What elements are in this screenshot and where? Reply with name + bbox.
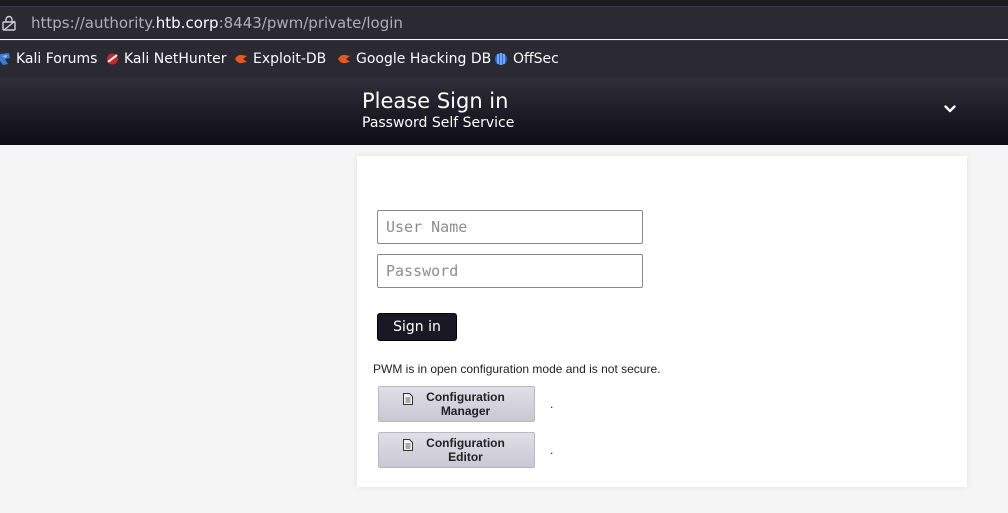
ghdb-icon xyxy=(338,54,350,64)
url-domain: htb.corp xyxy=(155,14,219,32)
address-bar[interactable]: https://authority.htb.corp:8443/pwm/priv… xyxy=(0,7,1008,39)
url-text[interactable]: https://authority.htb.corp:8443/pwm/priv… xyxy=(31,14,403,32)
offsec-icon xyxy=(495,53,507,65)
manager-note: . xyxy=(550,397,554,411)
configuration-editor-label: Configuration Editor xyxy=(426,436,505,464)
url-path: :8443/pwm/private/login xyxy=(218,14,403,32)
page-subtitle: Password Self Service xyxy=(362,115,515,131)
password-input[interactable] xyxy=(377,254,643,288)
configuration-manager-label: Configuration Manager xyxy=(426,390,505,418)
kali-dragon-icon xyxy=(0,53,10,65)
editor-note: . xyxy=(550,443,554,457)
url-prefix: https://authority. xyxy=(31,14,156,32)
browser-tab-strip xyxy=(0,0,1008,7)
bookmark-label: Kali NetHunter xyxy=(124,51,227,67)
username-input[interactable] xyxy=(377,210,643,244)
bookmark-label: OffSec xyxy=(513,51,559,67)
bookmark-kali-forums[interactable]: Kali Forums xyxy=(0,50,97,68)
sign-in-button[interactable]: Sign in xyxy=(377,313,457,341)
config-mode-warning: PWM is in open configuration mode and is… xyxy=(373,362,661,376)
chevron-down-icon[interactable] xyxy=(943,102,957,116)
bookmark-offsec[interactable]: OffSec xyxy=(494,50,559,68)
bookmark-kali-nethunter[interactable]: Kali NetHunter xyxy=(106,50,226,68)
exploit-db-icon xyxy=(235,54,247,64)
document-icon xyxy=(402,439,413,451)
bookmark-label: Kali Forums xyxy=(16,51,98,67)
bookmarks-toolbar: Kali Forums Kali NetHunter Exploit-DB Go… xyxy=(0,40,1008,78)
bookmark-label: Exploit-DB xyxy=(253,51,327,67)
bookmark-label: Google Hacking DB xyxy=(356,51,492,67)
nethunter-icon xyxy=(107,53,118,65)
configuration-manager-button[interactable]: Configuration Manager xyxy=(378,386,535,422)
login-panel: Sign in PWM is in open configuration mod… xyxy=(357,156,967,487)
document-icon xyxy=(402,393,413,405)
lock-icon[interactable] xyxy=(2,15,16,31)
configuration-editor-button[interactable]: Configuration Editor xyxy=(378,432,535,468)
page-title: Please Sign in xyxy=(362,89,509,113)
bookmark-google-hacking-db[interactable]: Google Hacking DB xyxy=(337,50,491,68)
bookmark-exploit-db[interactable]: Exploit-DB xyxy=(234,50,326,68)
page-header: Please Sign in Password Self Service xyxy=(0,78,1008,145)
